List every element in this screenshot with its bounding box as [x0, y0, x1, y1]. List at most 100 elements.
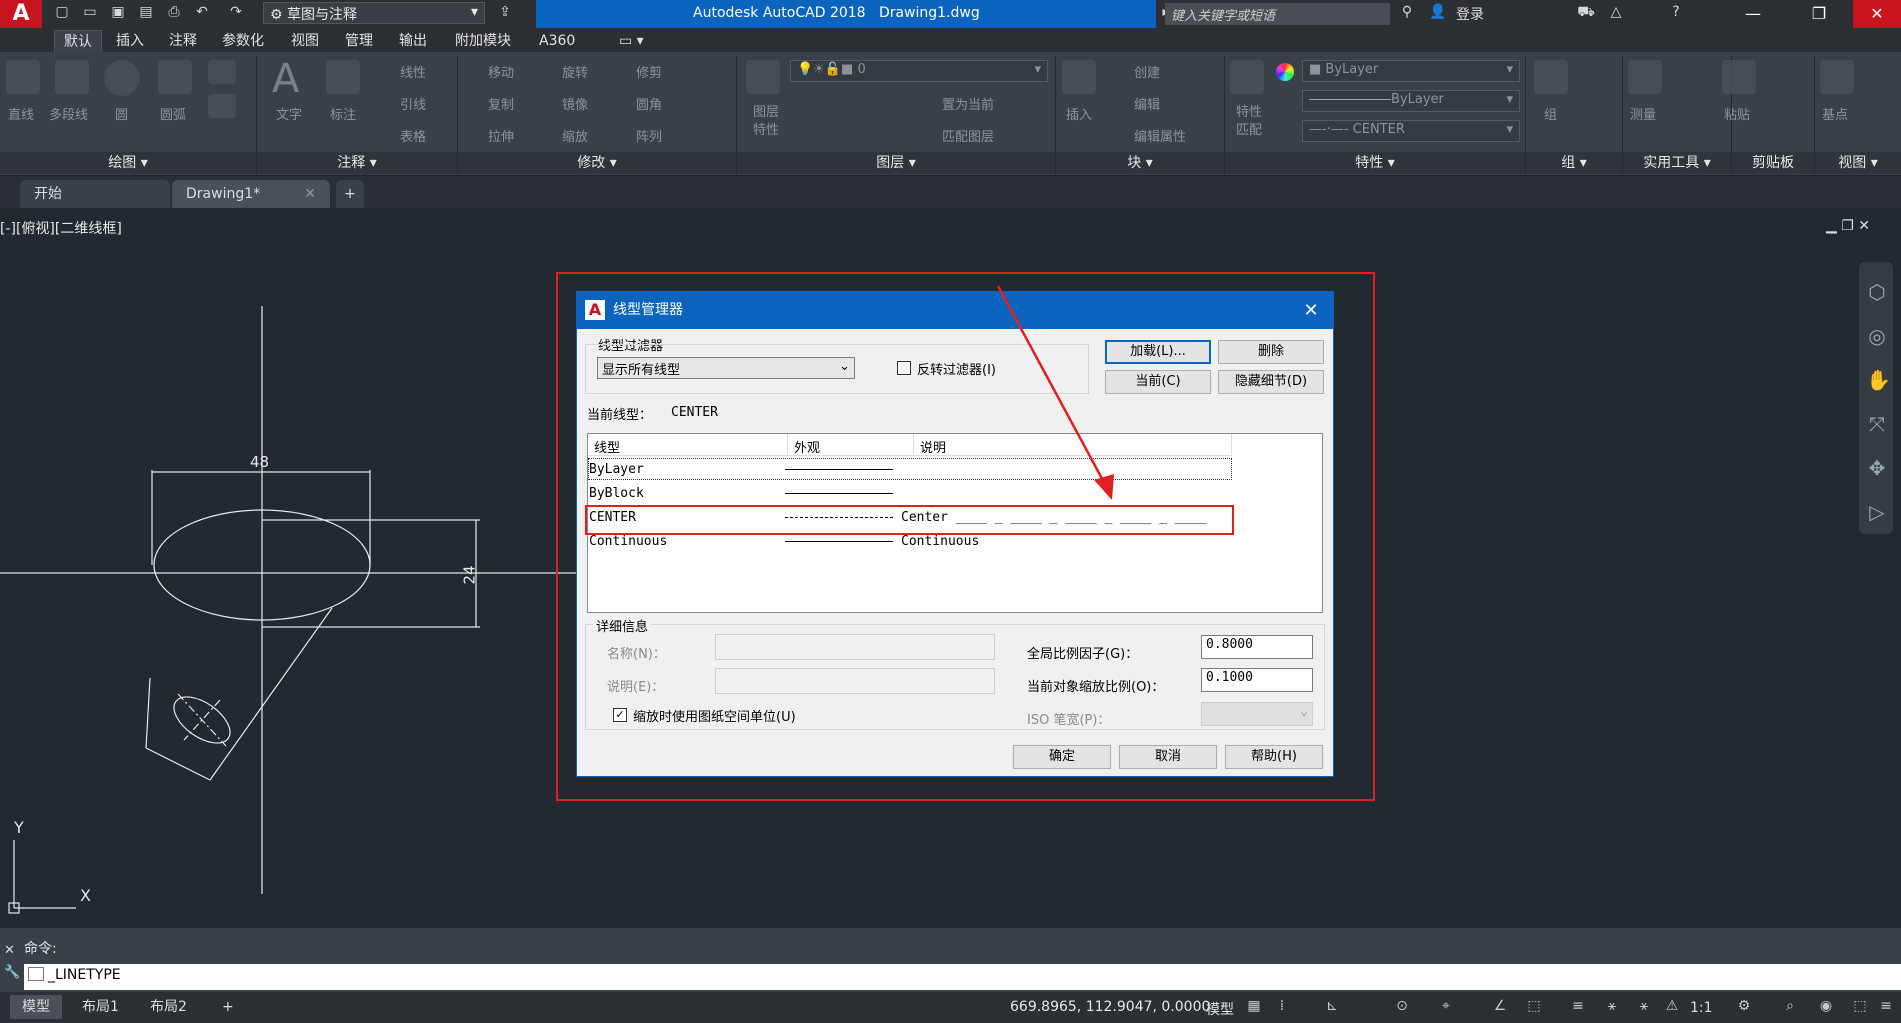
- tab-view[interactable]: 视图: [282, 30, 328, 52]
- undo-icon[interactable]: ↶: [192, 4, 212, 22]
- auto-scale-icon[interactable]: ⚹: [1634, 998, 1654, 1018]
- clean-screen-icon[interactable]: ⬚: [1850, 998, 1870, 1018]
- ortho-icon[interactable]: ⊾: [1322, 998, 1342, 1018]
- login-link[interactable]: 登录: [1456, 4, 1484, 24]
- global-scale-input[interactable]: 0.8000: [1201, 635, 1313, 659]
- polyline-icon[interactable]: [55, 60, 89, 94]
- layer-properties-label[interactable]: 图层特性: [748, 104, 784, 140]
- create-block-button[interactable]: 创建: [1134, 62, 1160, 81]
- groups-panel-title[interactable]: 组 ▾: [1526, 152, 1622, 174]
- edit-block-button[interactable]: 编辑: [1134, 94, 1160, 113]
- hatch-icon[interactable]: [208, 94, 236, 118]
- properties-panel-title[interactable]: 特性 ▾: [1225, 152, 1525, 174]
- insert-block-icon[interactable]: [1062, 60, 1096, 94]
- connect-icon[interactable]: △: [1606, 4, 1626, 22]
- dynamic-ucs-icon[interactable]: ∠: [1490, 998, 1510, 1018]
- current-scale-input[interactable]: 0.1000: [1201, 668, 1313, 692]
- block-panel-title[interactable]: 块 ▾: [1056, 152, 1224, 174]
- description-field[interactable]: [715, 668, 995, 694]
- circle-label[interactable]: 圆: [115, 104, 128, 123]
- tab-output[interactable]: 输出: [390, 30, 436, 52]
- base-view-label[interactable]: 基点: [1822, 104, 1848, 123]
- new-tab-button[interactable]: +: [336, 180, 364, 208]
- binoculars-icon[interactable]: ⚲: [1397, 4, 1417, 22]
- view-panel-title[interactable]: 视图 ▾: [1815, 152, 1901, 174]
- rotate-button[interactable]: 旋转: [562, 62, 588, 81]
- annotation-scale-select[interactable]: 1:1: [1690, 1000, 1713, 1016]
- linetype-filter-select[interactable]: 显示所有线型 ⌄: [597, 357, 855, 379]
- help-icon[interactable]: ?: [1666, 4, 1686, 22]
- command-line-input[interactable]: _LINETYPE: [24, 964, 1901, 990]
- text-icon[interactable]: A: [272, 56, 299, 102]
- lineweight-icon[interactable]: ≡: [1568, 998, 1588, 1018]
- clipboard-panel-title[interactable]: 剪贴板: [1732, 152, 1814, 174]
- paper-space-units-checkbox[interactable]: ✓: [613, 708, 627, 722]
- command-close-icon[interactable]: ✕ 🔧: [4, 940, 20, 984]
- color-select[interactable]: ■ ByLayer ▾: [1302, 60, 1520, 82]
- cart-icon[interactable]: ⛟: [1576, 4, 1596, 22]
- col-header-name[interactable]: 线型: [588, 434, 788, 456]
- saveas-icon[interactable]: ▤: [136, 4, 156, 22]
- grid-icon[interactable]: ▦: [1244, 998, 1264, 1018]
- trim-button[interactable]: 修剪: [636, 62, 662, 81]
- model-space-toggle[interactable]: 模型: [1206, 999, 1234, 1019]
- text-label[interactable]: 文字: [276, 104, 302, 123]
- copy-button[interactable]: 复制: [488, 94, 514, 113]
- mirror-button[interactable]: 镜像: [562, 94, 588, 113]
- open-icon[interactable]: ▭: [80, 4, 100, 22]
- invert-filter-checkbox[interactable]: [897, 361, 911, 375]
- layout-tab-model[interactable]: 模型: [10, 995, 62, 1019]
- annotation-visibility-icon[interactable]: ⚹: [1602, 998, 1622, 1018]
- tab-drawing1[interactable]: Drawing1* ✕: [172, 180, 330, 208]
- dimension-icon[interactable]: [326, 60, 360, 94]
- layer-select[interactable]: 💡☀🔓■ 0 ▾: [790, 60, 1048, 82]
- line-icon[interactable]: [6, 60, 40, 94]
- minimize-button[interactable]: —: [1731, 0, 1775, 28]
- dialog-close-icon[interactable]: ✕: [1299, 300, 1323, 322]
- osnap-icon[interactable]: ⌖: [1436, 998, 1456, 1018]
- scale-button[interactable]: 缩放: [562, 126, 588, 145]
- redo-icon[interactable]: ↷: [226, 4, 246, 22]
- group-label[interactable]: 组: [1544, 104, 1557, 123]
- restore-button[interactable]: ❐: [1797, 0, 1841, 28]
- polar-icon[interactable]: ⊙: [1392, 998, 1412, 1018]
- customization-icon[interactable]: ≡: [1876, 998, 1896, 1018]
- close-button[interactable]: ✕: [1853, 0, 1901, 28]
- delete-button[interactable]: 删除: [1218, 340, 1324, 364]
- layers-panel-title[interactable]: 图层 ▾: [737, 152, 1055, 174]
- nav-tools-icon[interactable]: ⬡ ◎ ✋ ⤧ ✥ ▷: [1866, 270, 1891, 534]
- search-input[interactable]: 键入关键字或短语: [1165, 3, 1390, 25]
- app-logo[interactable]: A: [0, 0, 42, 28]
- linear-button[interactable]: 线性: [400, 62, 426, 81]
- insert-block-label[interactable]: 插入: [1066, 104, 1092, 123]
- ok-button[interactable]: 确定: [1013, 745, 1111, 769]
- array-button[interactable]: 阵列: [636, 126, 662, 145]
- workspace-select[interactable]: ⚙ 草图与注释 ▾: [263, 2, 485, 24]
- tab-addins[interactable]: 附加模块: [446, 30, 520, 52]
- leader-button[interactable]: 引线: [400, 94, 426, 113]
- tab-start[interactable]: 开始: [20, 180, 170, 208]
- col-header-appearance[interactable]: 外观: [788, 434, 914, 456]
- tab-annotate[interactable]: 注释: [160, 30, 206, 52]
- snap-icon[interactable]: ⁞: [1272, 998, 1292, 1018]
- paste-label[interactable]: 粘贴: [1724, 104, 1750, 123]
- annotation-scale-icon[interactable]: ⚠: [1662, 998, 1682, 1018]
- hardware-acceleration-icon[interactable]: ◉: [1816, 998, 1836, 1018]
- fillet-button[interactable]: 圆角: [636, 94, 662, 113]
- set-current-button[interactable]: 置为当前: [942, 94, 994, 113]
- new-icon[interactable]: ▢: [52, 4, 72, 22]
- featured-apps-icon[interactable]: ▭ ▾: [610, 30, 653, 52]
- add-layout-button[interactable]: +: [210, 995, 246, 1019]
- close-tab-icon[interactable]: ✕: [304, 180, 316, 208]
- linetype-select[interactable]: —-·—- CENTER ▾: [1302, 120, 1520, 142]
- move-button[interactable]: 移动: [488, 62, 514, 81]
- match-properties-label[interactable]: 特性匹配: [1232, 104, 1266, 140]
- hide-details-button[interactable]: 隐藏细节(D): [1218, 370, 1324, 394]
- match-layer-button[interactable]: 匹配图层: [942, 126, 994, 145]
- print-icon[interactable]: ⎙: [164, 4, 184, 22]
- base-view-icon[interactable]: [1820, 60, 1854, 94]
- layout-tab-2[interactable]: 布局2: [138, 995, 199, 1019]
- paste-icon[interactable]: [1722, 60, 1756, 94]
- polyline-label[interactable]: 多段线: [49, 104, 88, 123]
- tab-manage[interactable]: 管理: [336, 30, 382, 52]
